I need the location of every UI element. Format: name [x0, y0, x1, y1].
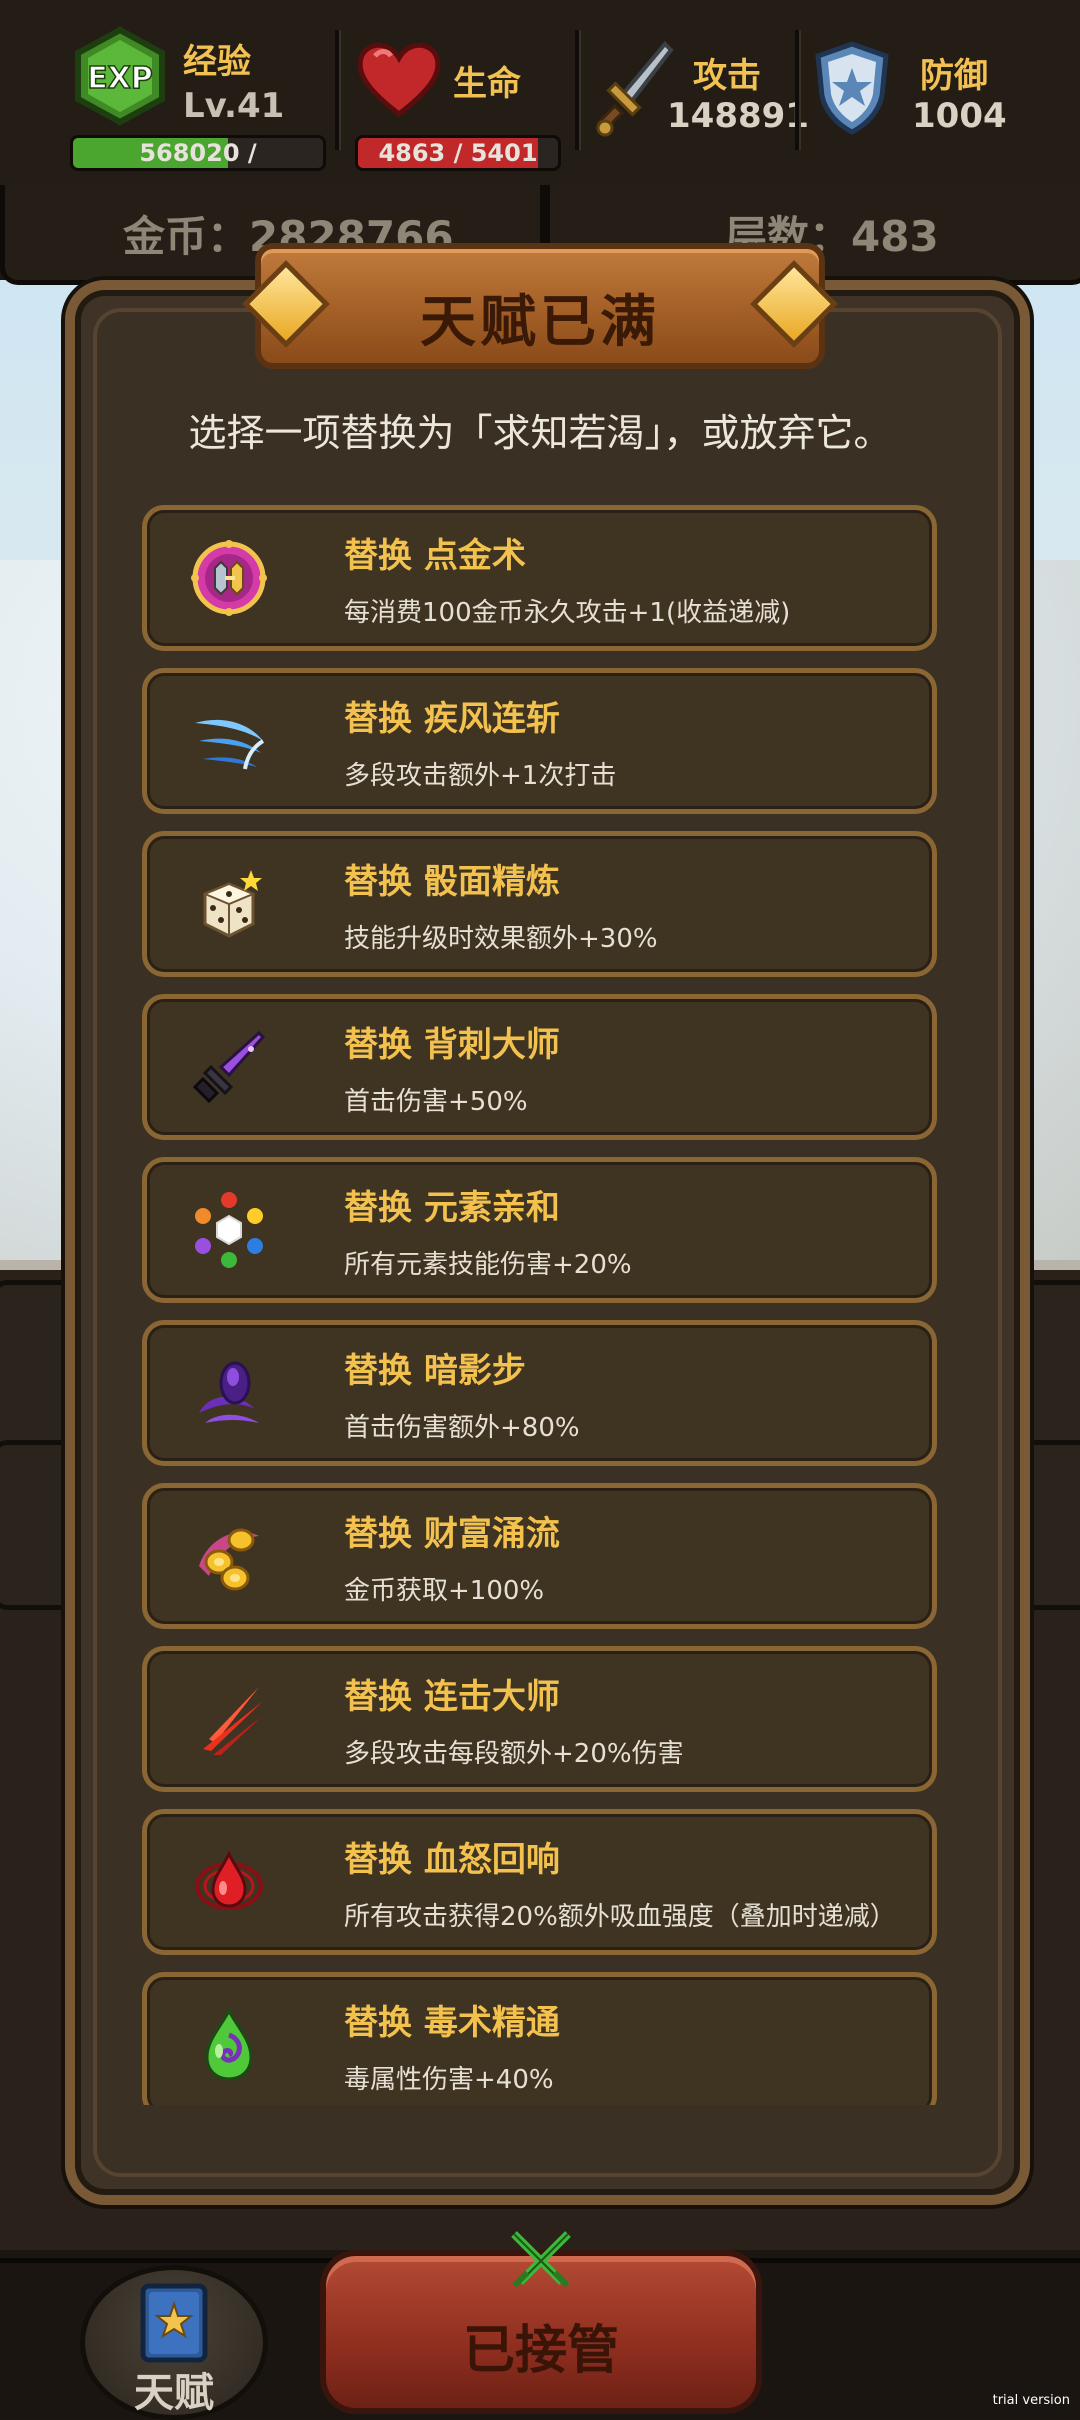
heart-icon [357, 42, 441, 118]
option-title: 替换 财富涌流 [344, 1514, 560, 1554]
defense-label: 防御 [920, 56, 988, 96]
attack-value: 148891 [667, 96, 809, 136]
replace-option-backstab[interactable]: 替换 背刺大师 首击伤害+50% [142, 994, 937, 1140]
replace-option-element-affinity[interactable]: 替换 元素亲和 所有元素技能伤害+20% [142, 1157, 937, 1303]
exp-progress-bar: 568020 / [70, 135, 326, 171]
option-title: 替换 元素亲和 [344, 1188, 560, 1228]
replace-option-combo-master[interactable]: 替换 连击大师 多段攻击每段额外+20%伤害 [142, 1646, 937, 1792]
coins-icon [199, 1528, 259, 1591]
option-description: 首击伤害+50% [344, 1087, 528, 1117]
defense-value: 1004 [912, 96, 1007, 136]
option-title: 替换 血怒回响 [344, 1840, 560, 1880]
hp-progress-text: 4863 / 5401 [378, 139, 538, 167]
svg-text:EXP: EXP [87, 61, 153, 96]
option-title: 替换 毒术精通 [344, 2003, 560, 2043]
option-title: 替换 骰面精炼 [344, 862, 560, 902]
replace-option-dice-refine[interactable]: 替换 骰面精炼 技能升级时效果额外+30% [142, 831, 937, 977]
divider [335, 30, 341, 150]
divider [795, 30, 801, 150]
option-description: 每消费100金币永久攻击+1(收益递减) [344, 598, 791, 628]
option-title: 替换 连击大师 [344, 1677, 560, 1717]
attack-label: 攻击 [693, 56, 761, 96]
option-description: 多段攻击额外+1次打击 [344, 761, 617, 791]
option-title: 替换 暗影步 [344, 1351, 526, 1391]
talent-label: 天赋 [134, 2370, 214, 2416]
auto-takeover-label: 已接管 [462, 2321, 619, 2381]
dice-icon [202, 870, 262, 938]
hp-label: 生命 [453, 64, 521, 104]
replace-option-poison-mastery[interactable]: 替换 毒术精通 毒属性伤害+40% [142, 1972, 937, 2105]
shield-icon [815, 41, 889, 135]
dialog-subtitle: 选择一项替换为「求知若渴」，或放弃它。 [188, 411, 892, 455]
replace-option-blood-rage[interactable]: 替换 血怒回响 所有攻击获得20%额外吸血强度（叠加时递减） [142, 1809, 937, 1955]
blood-drop-icon [195, 1850, 263, 1910]
option-title: 替换 点金术 [344, 536, 526, 576]
option-title: 替换 背刺大师 [344, 1025, 560, 1065]
hp-progress-bar: 4863 / 5401 [355, 135, 561, 171]
claw-slash-icon [203, 1687, 263, 1755]
alchemy-icon [191, 540, 267, 616]
crossed-swords-icon [511, 2231, 571, 2288]
dialog-title: 天赋已满 [420, 290, 660, 355]
dialog-title-banner: 天赋已满 [242, 235, 838, 377]
dagger-icon [192, 1030, 266, 1104]
replace-option-alchemy[interactable]: 替换 点金术 每消费100金币永久攻击+1(收益递减) [142, 505, 937, 651]
option-title: 替换 疾风连斩 [344, 699, 560, 739]
option-description: 多段攻击每段额外+20%伤害 [344, 1739, 684, 1769]
option-description: 技能升级时效果额外+30% [344, 924, 658, 954]
option-description: 毒属性伤害+40% [344, 2065, 554, 2095]
attack-stat: 攻击 148891 [595, 18, 809, 178]
elements-icon [195, 1192, 263, 1268]
defense-stat: 防御 1004 [812, 18, 1062, 178]
sword-icon [595, 41, 674, 137]
exp-badge-icon: EXP [75, 26, 165, 126]
replace-option-list[interactable]: 替换 点金术 每消费100金币永久攻击+1(收益递减) 替换 疾风连斩 多段攻击… [142, 505, 937, 2105]
option-description: 所有攻击获得20%额外吸血强度（叠加时递减） [344, 1902, 896, 1932]
option-description: 首击伤害额外+80% [344, 1413, 580, 1443]
replace-option-shadow-step[interactable]: 替换 暗影步 首击伤害额外+80% [142, 1320, 937, 1466]
watermark-text: trial version [992, 2393, 1070, 2408]
option-description: 金币获取+100% [344, 1576, 545, 1606]
exp-progress-text: 568020 / [139, 139, 257, 167]
divider [575, 30, 581, 150]
stats-bar: EXP 经验 Lv.41 568020 / 生命 4863 / 5401 攻击 … [0, 0, 1080, 191]
replace-option-wealth-flow[interactable]: 替换 财富涌流 金币获取+100% [142, 1483, 937, 1629]
option-description: 所有元素技能伤害+20% [344, 1250, 632, 1280]
talent-button[interactable]: 天赋 [80, 2265, 268, 2420]
level-value: Lv.41 [183, 86, 285, 126]
talent-book-icon [140, 2283, 208, 2363]
shadow-step-icon [199, 1361, 259, 1423]
auto-takeover-button[interactable]: 已接管 [320, 2231, 762, 2414]
wind-slash-icon [195, 719, 265, 770]
poison-drop-icon [205, 2007, 253, 2081]
exp-label: 经验 [183, 42, 251, 82]
replace-option-wind-slash[interactable]: 替换 疾风连斩 多段攻击额外+1次打击 [142, 668, 937, 814]
